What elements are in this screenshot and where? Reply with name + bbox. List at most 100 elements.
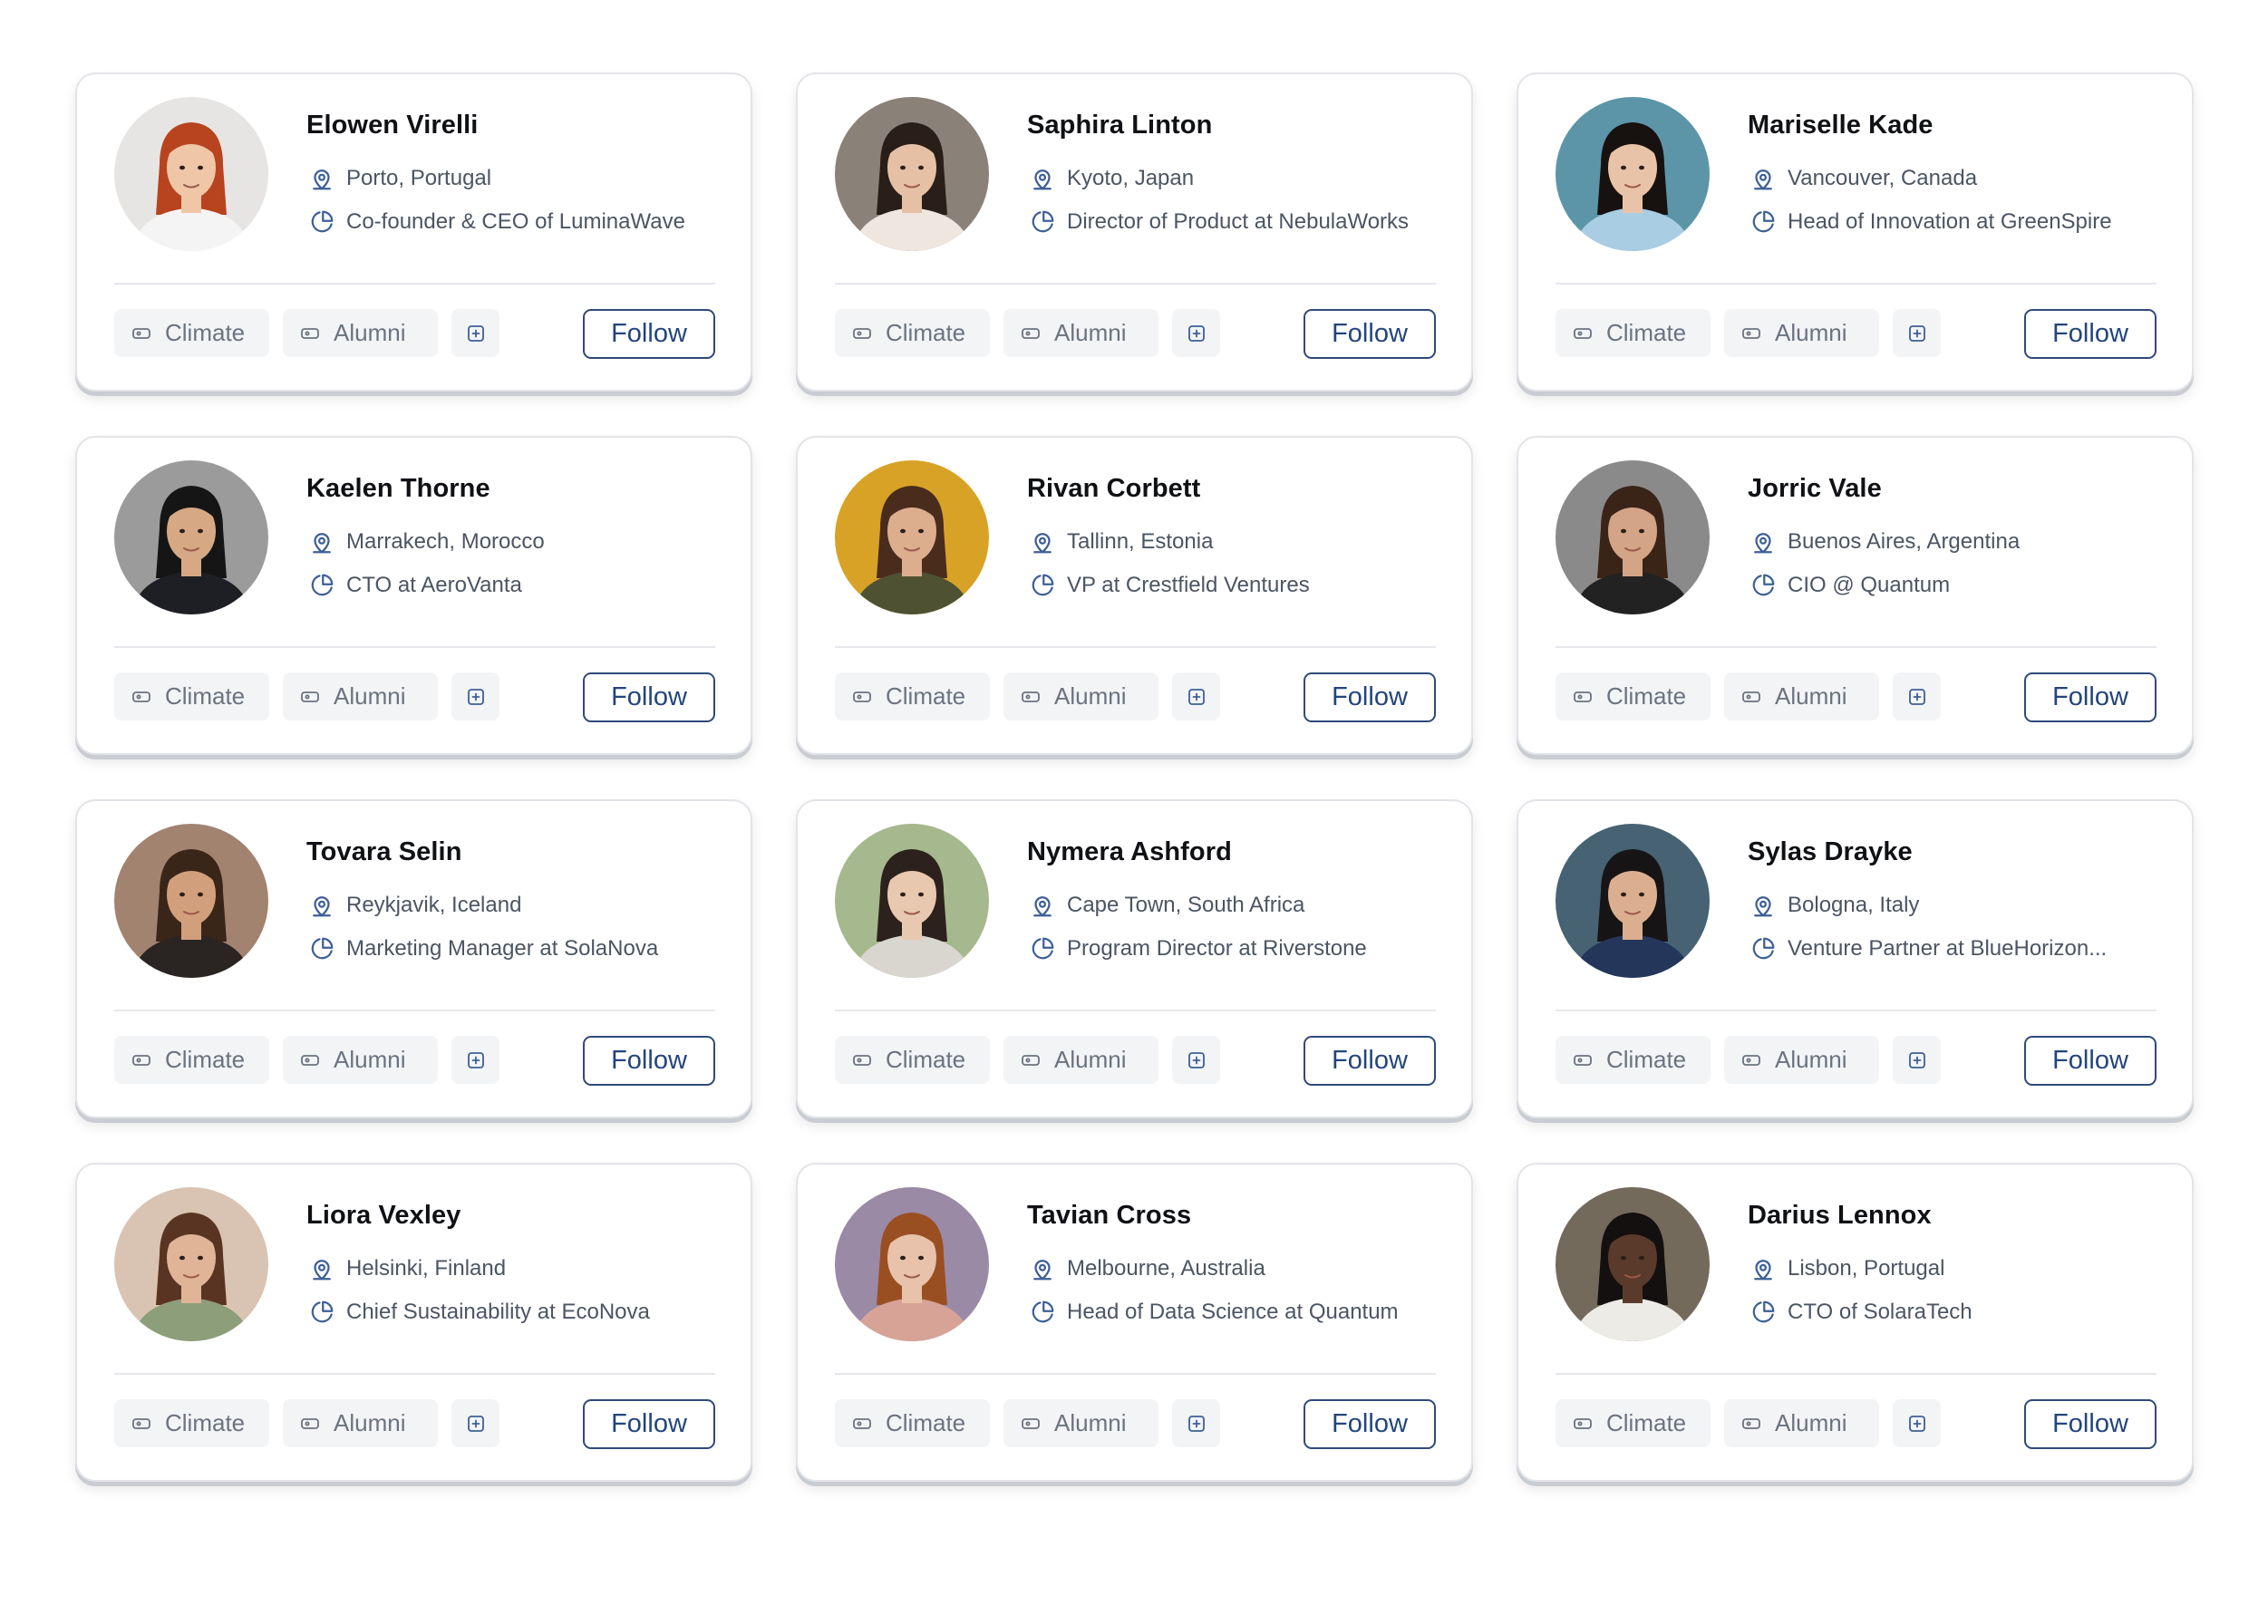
- add-tag-button[interactable]: [451, 1036, 499, 1084]
- tag-alumni[interactable]: Alumni: [283, 309, 438, 357]
- map-pin-icon: [1027, 527, 1058, 557]
- tag-icon: [1740, 323, 1762, 344]
- follow-button[interactable]: Follow: [2024, 1036, 2157, 1086]
- follow-button[interactable]: Follow: [583, 672, 715, 722]
- avatar[interactable]: [1556, 824, 1710, 978]
- divider: [1556, 1010, 2157, 1011]
- avatar[interactable]: [835, 460, 989, 614]
- tag-climate[interactable]: Climate: [835, 309, 990, 357]
- profile-name[interactable]: Liora Vexley: [306, 1201, 460, 1231]
- pie-chart-icon: [306, 570, 337, 601]
- follow-button[interactable]: Follow: [1304, 1399, 1436, 1449]
- follow-button[interactable]: Follow: [1304, 1036, 1436, 1086]
- tag-climate[interactable]: Climate: [835, 1399, 990, 1447]
- map-pin-icon: [1748, 1253, 1779, 1284]
- tag-label: Climate: [1606, 1046, 1687, 1073]
- tag-icon: [131, 1413, 152, 1435]
- avatar[interactable]: [114, 460, 268, 614]
- profile-name[interactable]: Rivan Corbett: [1027, 474, 1200, 504]
- profile-name[interactable]: Mariselle Kade: [1748, 111, 1934, 140]
- avatar[interactable]: [835, 97, 989, 251]
- role-row: Head of Innovation at GreenSpire: [1748, 207, 2112, 237]
- follow-button[interactable]: Follow: [583, 1036, 715, 1086]
- add-tag-button[interactable]: [1172, 1036, 1220, 1084]
- tag-icon: [1572, 323, 1594, 344]
- avatar[interactable]: [835, 1187, 989, 1341]
- tag-alumni[interactable]: Alumni: [1003, 309, 1158, 357]
- profile-card: Sylas Drayke Bologna, Italy Venture Partne…: [1517, 799, 2194, 1118]
- avatar[interactable]: [1556, 1187, 1710, 1341]
- plus-square-icon: [465, 1413, 487, 1435]
- follow-button[interactable]: Follow: [1304, 672, 1436, 722]
- avatar[interactable]: [114, 1187, 268, 1341]
- profile-name[interactable]: Tavian Cross: [1027, 1201, 1191, 1231]
- avatar[interactable]: [114, 97, 268, 251]
- role-row: VP at Crestfield Ventures: [1027, 570, 1310, 601]
- follow-button[interactable]: Follow: [583, 309, 715, 359]
- tag-alumni[interactable]: Alumni: [1003, 672, 1158, 720]
- profile-name[interactable]: Elowen Virelli: [306, 111, 478, 140]
- pie-chart-icon: [1748, 207, 1779, 237]
- add-tag-button[interactable]: [1893, 1036, 1941, 1084]
- profile-name[interactable]: Kaelen Thorne: [306, 474, 490, 504]
- tag-alumni[interactable]: Alumni: [1724, 1036, 1879, 1084]
- profile-name[interactable]: Nymera Ashford: [1027, 837, 1232, 867]
- location-text: Melbourne, Australia: [1067, 1256, 1265, 1281]
- tag-climate[interactable]: Climate: [835, 672, 990, 720]
- tag-climate[interactable]: Climate: [114, 1036, 269, 1084]
- tag-icon: [851, 1049, 873, 1071]
- follow-button[interactable]: Follow: [1304, 309, 1436, 359]
- add-tag-button[interactable]: [451, 309, 499, 357]
- role-text: Program Director at Riverstone: [1067, 936, 1367, 961]
- tag-alumni[interactable]: Alumni: [1003, 1036, 1158, 1084]
- avatar[interactable]: [835, 824, 989, 978]
- add-tag-button[interactable]: [451, 1399, 499, 1447]
- profile-name[interactable]: Saphira Linton: [1027, 111, 1212, 140]
- location-text: Kyoto, Japan: [1067, 166, 1195, 190]
- avatar[interactable]: [1556, 97, 1710, 251]
- tag-alumni[interactable]: Alumni: [1003, 1399, 1158, 1447]
- follow-button[interactable]: Follow: [2024, 309, 2157, 359]
- add-tag-button[interactable]: [1172, 1399, 1220, 1447]
- map-pin-icon: [306, 163, 337, 194]
- role-row: CTO at AeroVanta: [306, 570, 522, 601]
- follow-button[interactable]: Follow: [2024, 1399, 2157, 1449]
- follow-button[interactable]: Follow: [583, 1399, 715, 1449]
- location-text: Bologna, Italy: [1788, 893, 1920, 917]
- pie-chart-icon: [306, 1297, 337, 1328]
- tag-climate[interactable]: Climate: [114, 309, 269, 357]
- tag-climate[interactable]: Climate: [114, 1399, 269, 1447]
- tag-climate[interactable]: Climate: [835, 1036, 990, 1084]
- location-text: Marrakech, Morocco: [346, 529, 545, 554]
- profile-name[interactable]: Tovara Selin: [306, 837, 462, 867]
- pie-chart-icon: [1027, 933, 1058, 964]
- profile-name[interactable]: Jorric Vale: [1748, 474, 1882, 504]
- add-tag-button[interactable]: [451, 672, 499, 720]
- tag-alumni[interactable]: Alumni: [283, 1399, 438, 1447]
- tag-climate[interactable]: Climate: [1556, 1036, 1711, 1084]
- add-tag-button[interactable]: [1172, 672, 1220, 720]
- tag-alumni[interactable]: Alumni: [283, 672, 438, 720]
- tag-label: Climate: [1606, 682, 1687, 710]
- avatar[interactable]: [114, 824, 268, 978]
- add-tag-button[interactable]: [1893, 1399, 1941, 1447]
- add-tag-button[interactable]: [1172, 309, 1220, 357]
- tag-alumni[interactable]: Alumni: [1724, 1399, 1879, 1447]
- pie-chart-icon: [1027, 207, 1058, 237]
- follow-button[interactable]: Follow: [2024, 672, 2157, 722]
- plus-square-icon: [1186, 323, 1207, 344]
- tag-climate[interactable]: Climate: [1556, 672, 1711, 720]
- tag-climate[interactable]: Climate: [114, 672, 269, 720]
- add-tag-button[interactable]: [1893, 672, 1941, 720]
- profile-name[interactable]: Darius Lennox: [1748, 1201, 1932, 1231]
- avatar[interactable]: [1556, 460, 1710, 614]
- location-text: Buenos Aires, Argentina: [1788, 529, 2021, 554]
- tag-climate[interactable]: Climate: [1556, 1399, 1711, 1447]
- add-tag-button[interactable]: [1893, 309, 1941, 357]
- tag-alumni[interactable]: Alumni: [283, 1036, 438, 1084]
- tag-alumni[interactable]: Alumni: [1724, 309, 1879, 357]
- profile-name[interactable]: Sylas Drayke: [1748, 837, 1913, 867]
- tag-alumni[interactable]: Alumni: [1724, 672, 1879, 720]
- tag-climate[interactable]: Climate: [1556, 309, 1711, 357]
- tag-label: Alumni: [1775, 1046, 1847, 1073]
